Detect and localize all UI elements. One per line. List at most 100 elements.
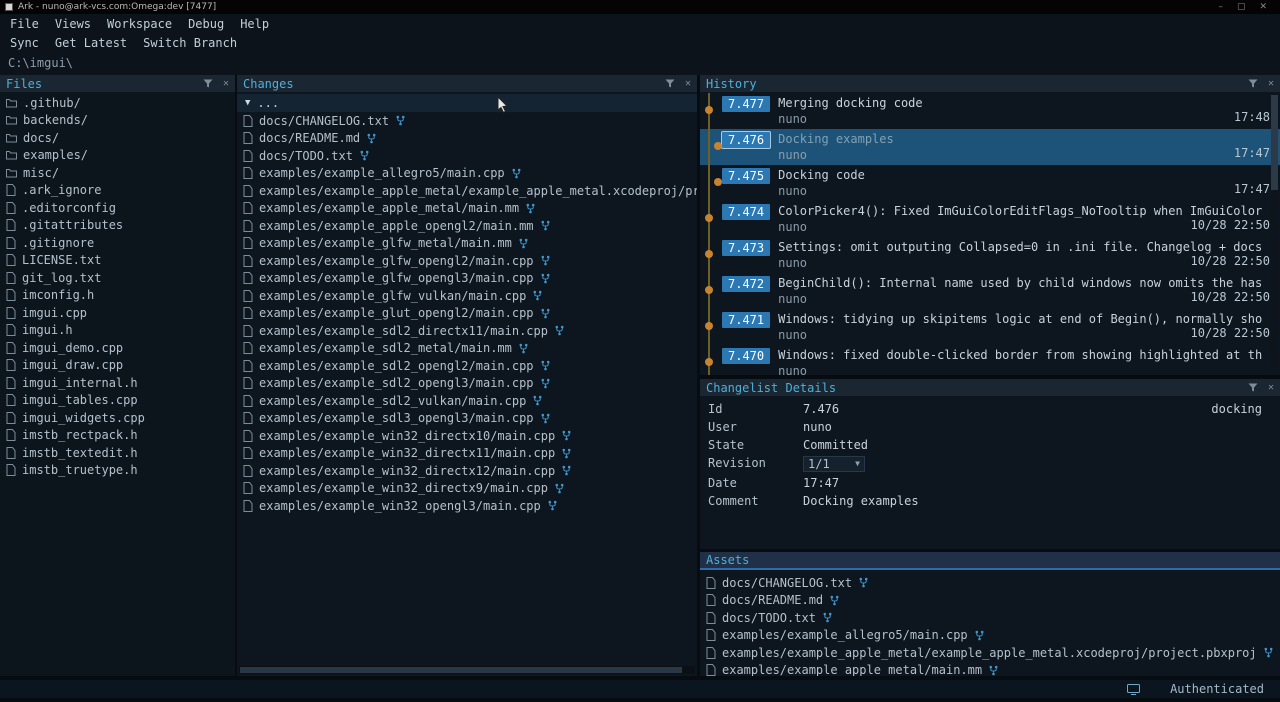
changed-file-item[interactable]: examples/example_apple_metal/example_app…: [237, 182, 697, 200]
history-panel: History ✕ 7.477 Merging docking code nun…: [700, 75, 1280, 375]
file-tree-item[interactable]: imstb_truetype.h: [0, 462, 235, 480]
changed-file-item[interactable]: docs/README.md: [237, 130, 697, 148]
changed-file-item[interactable]: examples/example_glfw_opengl3/main.cpp: [237, 270, 697, 288]
asset-item[interactable]: examples/example_allegro5/main.cpp: [700, 627, 1280, 645]
asset-item[interactable]: examples/example_apple_metal/main.mm: [700, 662, 1280, 677]
changes-tree-root[interactable]: ▼ ...: [237, 94, 697, 112]
changed-file-item[interactable]: docs/TODO.txt: [237, 147, 697, 165]
revision-selector[interactable]: 1/1 ▼: [803, 456, 865, 472]
changed-file-item[interactable]: examples/example_win32_directx11/main.cp…: [237, 445, 697, 463]
user-value: nuno: [803, 420, 832, 434]
asset-item[interactable]: examples/example_apple_metal/example_app…: [700, 644, 1280, 662]
changed-file-item[interactable]: examples/example_win32_directx12/main.cp…: [237, 462, 697, 480]
minimize-button[interactable]: –: [1218, 2, 1223, 12]
file-tree-item[interactable]: imgui_internal.h: [0, 374, 235, 392]
changed-file-item[interactable]: examples/example_sdl2_vulkan/main.cpp: [237, 392, 697, 410]
file-tree-item[interactable]: imgui_tables.cpp: [0, 392, 235, 410]
file-tree-item[interactable]: docs/: [0, 129, 235, 147]
file-icon: [6, 377, 16, 389]
filter-icon[interactable]: [1248, 383, 1258, 392]
horizontal-scrollbar[interactable]: [239, 666, 695, 674]
toolbar-button[interactable]: Sync: [2, 35, 47, 51]
toolbar-button[interactable]: Switch Branch: [135, 35, 245, 51]
menu-item[interactable]: File: [2, 16, 47, 32]
file-tree-item[interactable]: imgui.cpp: [0, 304, 235, 322]
close-panel-icon[interactable]: ✕: [223, 79, 229, 89]
changed-file-item[interactable]: examples/example_glfw_opengl2/main.cpp: [237, 252, 697, 270]
file-tree-item[interactable]: misc/: [0, 164, 235, 182]
changed-file-name: examples/example_glfw_metal/main.mm: [259, 236, 512, 250]
expand-arrow-icon[interactable]: ▼: [245, 98, 250, 108]
scrollbar-thumb[interactable]: [240, 667, 682, 673]
history-commit-row[interactable]: 7.472 BeginChild(): Internal name used b…: [700, 273, 1280, 309]
history-commit-row[interactable]: 7.474 ColorPicker4(): Fixed ImGuiColorEd…: [700, 201, 1280, 237]
file-tree-item[interactable]: LICENSE.txt: [0, 252, 235, 270]
asset-item[interactable]: docs/TODO.txt: [700, 609, 1280, 627]
maximize-button[interactable]: ▢: [1237, 2, 1246, 12]
scrollbar-thumb[interactable]: [1271, 95, 1278, 190]
file-tree-item[interactable]: imgui_draw.cpp: [0, 357, 235, 375]
file-icon: [243, 482, 253, 494]
asset-item[interactable]: docs/CHANGELOG.txt: [700, 574, 1280, 592]
menu-item[interactable]: Debug: [180, 16, 232, 32]
filter-icon[interactable]: [203, 79, 213, 88]
changed-file-item[interactable]: examples/example_sdl2_opengl3/main.cpp: [237, 375, 697, 393]
changed-file-item[interactable]: examples/example_win32_directx9/main.cpp: [237, 480, 697, 498]
asset-name: docs/TODO.txt: [722, 611, 816, 625]
close-panel-icon[interactable]: ✕: [685, 79, 691, 89]
history-commit-row[interactable]: 7.476 Docking examples nuno 17:47: [700, 129, 1280, 165]
changed-file-item[interactable]: examples/example_apple_opengl2/main.mm: [237, 217, 697, 235]
history-commit-row[interactable]: 7.475 Docking code nuno 17:47: [700, 165, 1280, 201]
user-label: User: [708, 420, 803, 434]
changed-file-item[interactable]: examples/example_sdl2_metal/main.mm: [237, 340, 697, 358]
file-name: imstb_textedit.h: [22, 446, 138, 460]
asset-item[interactable]: docs/README.md: [700, 592, 1280, 610]
changed-file-item[interactable]: examples/example_glfw_vulkan/main.cpp: [237, 287, 697, 305]
vertical-scrollbar[interactable]: [1271, 95, 1278, 371]
close-panel-icon[interactable]: ✕: [1268, 383, 1274, 393]
file-tree-item[interactable]: git_log.txt: [0, 269, 235, 287]
file-tree-item[interactable]: .github/: [0, 94, 235, 112]
file-name: LICENSE.txt: [22, 253, 101, 267]
file-tree-item[interactable]: imgui_demo.cpp: [0, 339, 235, 357]
file-tree-item[interactable]: imstb_textedit.h: [0, 444, 235, 462]
commit-time: 10/28 22:50: [1191, 326, 1270, 340]
file-tree-item[interactable]: .gitattributes: [0, 217, 235, 235]
file-tree-item[interactable]: imconfig.h: [0, 287, 235, 305]
history-commit-row[interactable]: 7.470 Windows: fixed double-clicked bord…: [700, 345, 1280, 375]
changed-file-item[interactable]: examples/example_apple_metal/main.mm: [237, 200, 697, 218]
filter-icon[interactable]: [665, 79, 675, 88]
file-tree-item[interactable]: imgui_widgets.cpp: [0, 409, 235, 427]
changed-file-name: examples/example_win32_directx11/main.cp…: [259, 446, 555, 460]
file-tree-item[interactable]: imgui.h: [0, 322, 235, 340]
filter-icon[interactable]: [1248, 79, 1258, 88]
file-tree-item[interactable]: imstb_rectpack.h: [0, 427, 235, 445]
changed-file-item[interactable]: docs/CHANGELOG.txt: [237, 112, 697, 130]
commit-author: nuno: [778, 112, 1270, 126]
file-tree-item[interactable]: backends/: [0, 112, 235, 130]
changed-file-item[interactable]: examples/example_sdl2_opengl2/main.cpp: [237, 357, 697, 375]
menu-item[interactable]: Help: [232, 16, 277, 32]
changed-file-item[interactable]: examples/example_allegro5/main.cpp: [237, 165, 697, 183]
file-tree-item[interactable]: .ark_ignore: [0, 182, 235, 200]
toolbar-button[interactable]: Get Latest: [47, 35, 135, 51]
close-button[interactable]: ✕: [1259, 2, 1267, 12]
file-tree-item[interactable]: .gitignore: [0, 234, 235, 252]
close-panel-icon[interactable]: ✕: [1268, 79, 1274, 89]
changed-file-item[interactable]: examples/example_sdl3_opengl3/main.cpp: [237, 410, 697, 428]
history-commit-row[interactable]: 7.471 Windows: tidying up skipitems logi…: [700, 309, 1280, 345]
file-tree-item[interactable]: .editorconfig: [0, 199, 235, 217]
menu-item[interactable]: Views: [47, 16, 99, 32]
changed-file-item[interactable]: examples/example_glut_opengl2/main.cpp: [237, 305, 697, 323]
changed-file-item[interactable]: examples/example_win32_opengl3/main.cpp: [237, 497, 697, 515]
revision-badge: 7.472: [722, 276, 770, 292]
changed-file-item[interactable]: examples/example_win32_directx10/main.cp…: [237, 427, 697, 445]
history-commit-row[interactable]: 7.477 Merging docking code nuno 17:48: [700, 93, 1280, 129]
changed-file-item[interactable]: examples/example_glfw_metal/main.mm: [237, 235, 697, 253]
file-tree-item[interactable]: examples/: [0, 147, 235, 165]
menu-item[interactable]: Workspace: [99, 16, 180, 32]
changed-file-item[interactable]: examples/example_sdl2_directx11/main.cpp: [237, 322, 697, 340]
commit-text: Merging docking code nuno: [778, 93, 1270, 126]
history-commit-row[interactable]: 7.473 Settings: omit outputing Collapsed…: [700, 237, 1280, 273]
file-icon: [243, 465, 253, 477]
